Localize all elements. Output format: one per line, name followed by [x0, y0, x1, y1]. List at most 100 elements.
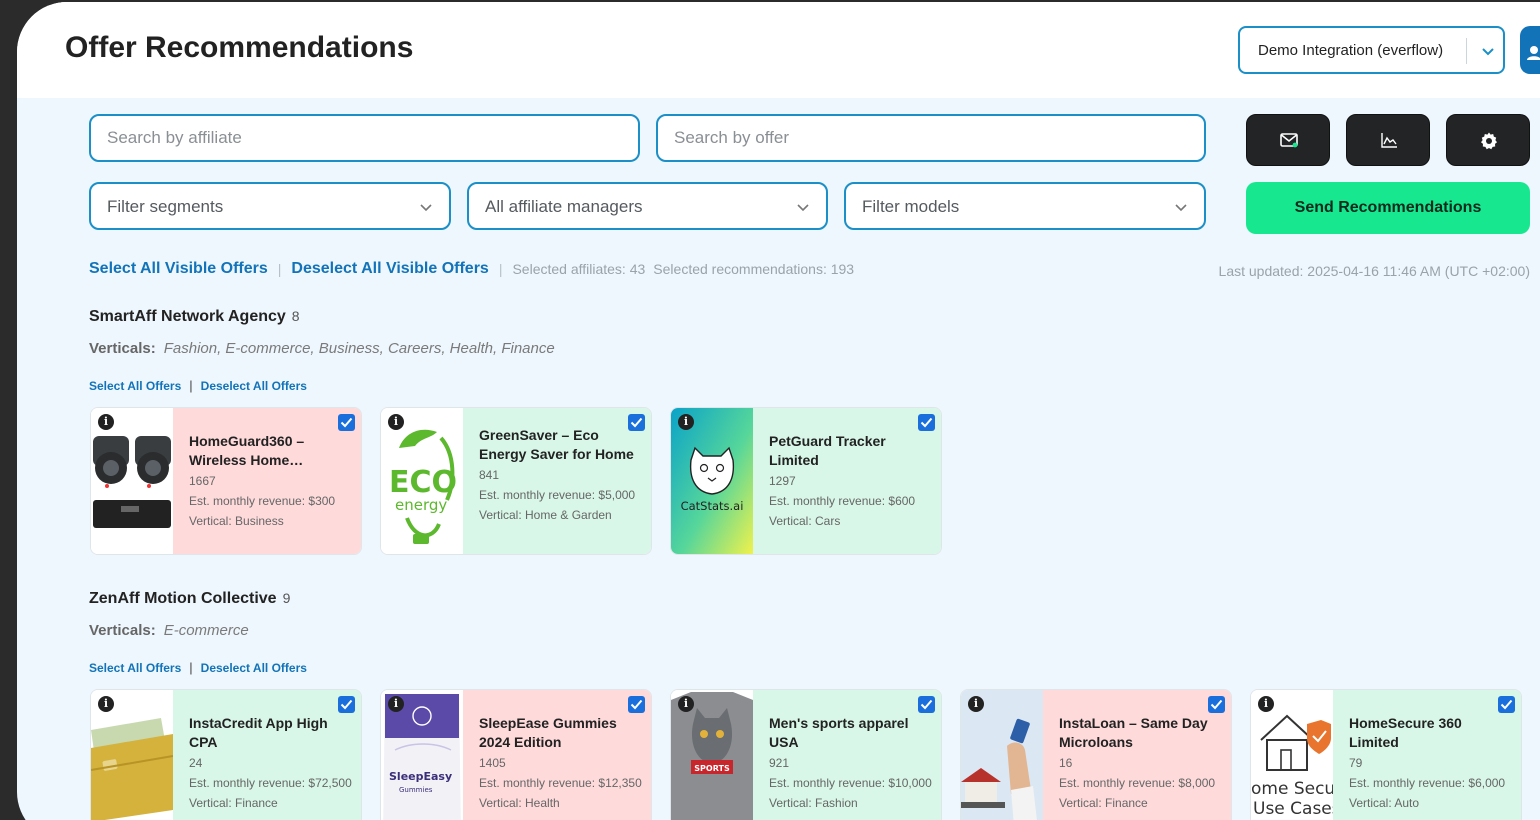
offer-vertical: Vertical: Finance — [189, 796, 278, 810]
deselect-all-offers-link[interactable]: Deselect All Offers — [201, 661, 307, 675]
offer-revenue: Est. monthly revenue: $300 — [189, 494, 336, 508]
offer-name: HomeSecure 360 Limited — [1349, 715, 1462, 750]
info-icon[interactable]: i — [98, 414, 114, 430]
offer-card[interactable]: HomeGuard360 – Wireless Home… 1667 Est. … — [90, 407, 362, 555]
offer-checkbox[interactable] — [338, 414, 355, 431]
models-filter-label: Filter models — [862, 197, 960, 216]
offer-id: 1405 — [479, 756, 506, 770]
offer-checkbox[interactable] — [628, 696, 645, 713]
offer-checkbox[interactable] — [918, 414, 935, 431]
selected-affiliates-count: Selected affiliates: 43 — [512, 261, 646, 277]
shirt-print-text: SPORTS — [694, 764, 730, 773]
select-all-offers-link[interactable]: Select All Offers — [89, 379, 181, 393]
offer-search-field[interactable] — [656, 114, 1206, 162]
offer-revenue: Est. monthly revenue: $8,000 — [1059, 776, 1216, 790]
eco-logo-text: ECO — [389, 465, 457, 500]
integration-select-value: Demo Integration (everflow) — [1258, 42, 1444, 59]
offer-name: PetGuard Tracker Limited — [769, 433, 886, 468]
offer-checkbox[interactable] — [338, 696, 355, 713]
catstats-logo: CatStats.ai — [671, 408, 753, 554]
checkbox-checked-icon — [340, 699, 353, 710]
segments-filter[interactable]: Filter segments — [89, 182, 451, 230]
affiliate-search-field[interactable] — [89, 114, 640, 162]
offer-card[interactable]: SleepEasy Gummies SleepEase Gummies 2024… — [380, 689, 652, 820]
offer-vertical: Vertical: Finance — [1059, 796, 1148, 810]
verticals-list: E-commerce — [163, 622, 249, 639]
agency-name: SmartAff Network Agency — [89, 308, 286, 325]
send-recommendations-button[interactable]: Send Recommendations — [1246, 182, 1530, 234]
offer-card[interactable]: ECO energy GreenSaver – Eco Energy Saver… — [380, 407, 652, 555]
offer-card-body: PetGuard Tracker Limited 1297 Est. month… — [753, 408, 941, 554]
offer-card-body: Men's sports apparel USA 921 Est. monthl… — [753, 690, 941, 820]
offer-name: HomeGuard360 – Wireless Home… — [189, 433, 305, 468]
info-icon[interactable]: i — [968, 696, 984, 712]
offer-name: SleepEase Gummies 2024 Edition — [479, 715, 617, 750]
offer-card-body: HomeSecure 360 Limited 79 Est. monthly r… — [1333, 690, 1521, 820]
agency-offer-count: 9 — [282, 590, 291, 606]
checkbox-checked-icon — [340, 417, 353, 428]
separator: | — [189, 660, 193, 675]
camera-image — [91, 408, 173, 554]
affiliate-managers-filter-label: All affiliate managers — [485, 197, 643, 216]
offer-revenue: Est. monthly revenue: $10,000 — [769, 776, 932, 790]
checkbox-checked-icon — [920, 699, 933, 710]
select-all-offers-link[interactable]: Select All Offers — [89, 661, 181, 675]
offer-card-body: GreenSaver – Eco Energy Saver for Home 8… — [463, 408, 651, 554]
offer-checkbox[interactable] — [628, 414, 645, 431]
offer-name: Men's sports apparel USA — [769, 715, 909, 750]
last-updated: Last updated: 2025-04-16 11:46 AM (UTC +… — [1218, 263, 1530, 279]
analytics-button[interactable] — [1346, 114, 1430, 166]
affiliate-managers-filter[interactable]: All affiliate managers — [467, 182, 828, 230]
info-icon[interactable]: i — [98, 696, 114, 712]
offer-vertical: Vertical: Health — [479, 796, 560, 810]
chevron-down-icon — [420, 204, 432, 212]
offer-search-input[interactable] — [658, 116, 1204, 160]
offer-revenue: Est. monthly revenue: $12,350 — [479, 776, 642, 790]
verticals-label: Verticals: — [89, 622, 156, 639]
select-all-visible-link[interactable]: Select All Visible Offers — [89, 260, 268, 278]
offer-revenue: Est. monthly revenue: $600 — [769, 494, 916, 508]
offer-card[interactable]: InstaLoan – Same Day Microloans 16 Est. … — [960, 689, 1232, 820]
settings-button[interactable] — [1446, 114, 1530, 166]
offer-card[interactable]: ome Secur Use Cases HomeSecure 360 Limit… — [1250, 689, 1522, 820]
deselect-all-offers-link[interactable]: Deselect All Offers — [201, 379, 307, 393]
offer-checkbox[interactable] — [1498, 696, 1515, 713]
offer-card[interactable]: InstaCredit App High CPA 24 Est. monthly… — [90, 689, 362, 820]
offer-checkbox[interactable] — [918, 696, 935, 713]
mail-icon — [1280, 133, 1298, 148]
gummies-label-subtext: Gummies — [399, 786, 433, 794]
offer-vertical: Vertical: Business — [189, 514, 284, 528]
agency-title: ZenAff Motion Collective 9 — [89, 590, 290, 608]
separator: | — [277, 261, 282, 277]
offer-id: 921 — [769, 756, 790, 770]
offer-thumbnail — [91, 408, 173, 554]
verticals-list: Fashion, E-commerce, Business, Careers, … — [163, 340, 555, 357]
app-frame: Offer Recommendations Demo Integration (… — [17, 2, 1540, 820]
gummies-label-text: SleepEasy — [389, 770, 452, 783]
deselect-all-visible-link[interactable]: Deselect All Visible Offers — [291, 260, 488, 278]
info-icon[interactable]: i — [1258, 696, 1274, 712]
info-icon[interactable]: i — [388, 414, 404, 430]
agency-offer-count: 8 — [291, 308, 300, 324]
verticals-label: Verticals: — [89, 340, 156, 357]
user-icon — [1527, 46, 1540, 60]
segments-filter-label: Filter segments — [107, 197, 224, 216]
info-icon[interactable]: i — [388, 696, 404, 712]
offer-card[interactable]: CatStats.ai PetGuard Tracker Limited 129… — [670, 407, 942, 555]
offer-card-body: HomeGuard360 – Wireless Home… 1667 Est. … — [173, 408, 361, 554]
email-button[interactable] — [1246, 114, 1330, 166]
selection-toolbar: Select All Visible Offers | Deselect All… — [89, 260, 854, 278]
catstats-logo-text: CatStats.ai — [681, 499, 744, 513]
user-menu-button[interactable] — [1520, 26, 1540, 74]
models-filter[interactable]: Filter models — [844, 182, 1206, 230]
integration-select[interactable]: Demo Integration (everflow) — [1238, 26, 1505, 74]
offer-card[interactable]: SPORTS Men's sports apparel USA 921 Est.… — [670, 689, 942, 820]
info-icon[interactable]: i — [678, 414, 694, 430]
offer-id: 79 — [1349, 756, 1363, 770]
offer-checkbox[interactable] — [1208, 696, 1225, 713]
offer-vertical: Vertical: Home & Garden — [479, 508, 612, 522]
info-icon[interactable]: i — [678, 696, 694, 712]
checkbox-checked-icon — [630, 417, 643, 428]
checkbox-checked-icon — [1500, 699, 1513, 710]
affiliate-search-input[interactable] — [91, 116, 638, 160]
